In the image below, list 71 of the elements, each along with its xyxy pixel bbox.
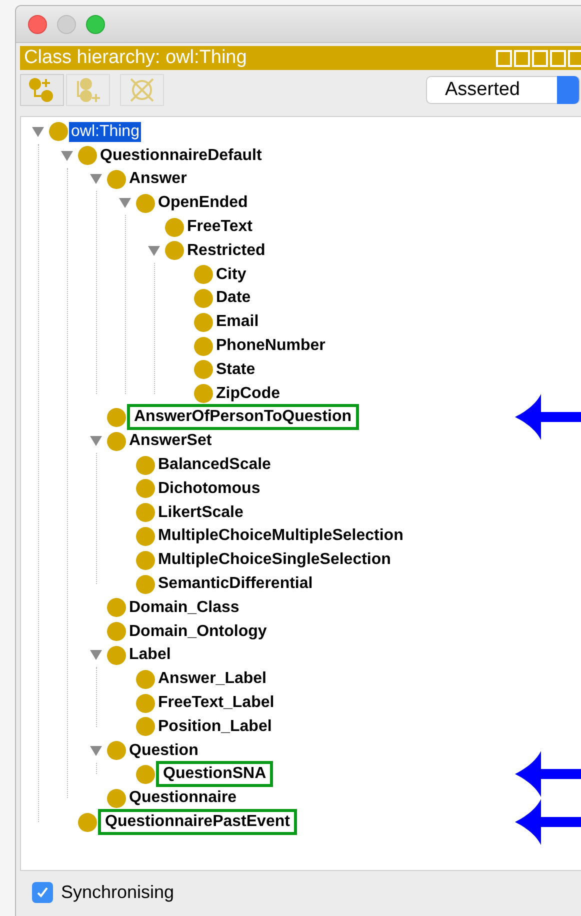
class-node-icon xyxy=(136,694,155,713)
class-node-label[interactable]: MultipleChoiceMultipleSelection xyxy=(156,526,406,546)
checkbox[interactable] xyxy=(32,882,53,902)
class-node-label[interactable]: Restricted xyxy=(185,240,268,261)
class-node-label[interactable]: Label xyxy=(127,645,173,666)
class-node-label[interactable]: Question xyxy=(127,740,200,761)
class-node-icon xyxy=(107,170,126,189)
class-node-label[interactable]: Domain_Class xyxy=(127,598,242,618)
class-node-label[interactable]: City xyxy=(214,264,248,285)
class-node-icon xyxy=(107,408,126,427)
arrow-icon xyxy=(515,799,581,845)
class-node-icon xyxy=(194,265,213,284)
class-node-icon xyxy=(78,146,97,166)
class-node-icon xyxy=(136,574,155,594)
class-node-icon xyxy=(136,526,155,546)
class-node-label[interactable]: QuestionSNA xyxy=(156,761,274,788)
class-node-label[interactable]: Answer xyxy=(127,169,189,190)
panel-title: Class hierarchy: owl:Thing xyxy=(23,46,247,70)
class-node-icon xyxy=(194,312,213,332)
class-node-label[interactable]: Answer_Label xyxy=(156,669,268,690)
class-node-label[interactable]: BalancedScale xyxy=(156,455,273,476)
class-node-icon xyxy=(136,194,155,213)
class-node-icon xyxy=(165,218,184,237)
class-node-icon xyxy=(107,646,126,665)
class-node-icon xyxy=(136,670,155,689)
check-icon xyxy=(36,886,49,898)
close-button[interactable] xyxy=(28,14,47,34)
view-select[interactable]: Asserted xyxy=(426,76,580,104)
class-node-label[interactable]: Dichotomous xyxy=(156,478,262,499)
class-node-label[interactable]: ZipCode xyxy=(214,384,282,404)
class-node-icon xyxy=(136,479,155,498)
class-node-icon xyxy=(107,741,126,760)
class-node-icon xyxy=(136,764,155,784)
class-node-label[interactable]: MultipleChoiceSingleSelection xyxy=(156,550,393,570)
class-node-label[interactable]: Domain_Ontology xyxy=(127,622,269,642)
class-node-icon xyxy=(136,550,155,570)
class-node-label[interactable]: AnswerSet xyxy=(127,431,214,452)
class-node-icon xyxy=(194,360,213,380)
class-node-icon xyxy=(136,456,155,475)
arrow-icon xyxy=(515,394,581,440)
arrow-icon xyxy=(515,751,581,798)
class-node-icon xyxy=(107,788,126,808)
class-node-label[interactable]: QuestionnairePastEvent xyxy=(98,809,297,836)
zoom-button[interactable] xyxy=(86,14,105,34)
class-node-label[interactable]: Position_Label xyxy=(156,716,274,737)
class-node-icon xyxy=(107,432,126,451)
class-node-label[interactable]: AnswerOfPersonToQuestion xyxy=(127,404,359,430)
class-node-icon xyxy=(78,812,97,832)
class-node-icon xyxy=(136,717,155,736)
class-node-label[interactable]: Questionnaire xyxy=(127,788,239,808)
class-node-label[interactable]: State xyxy=(214,360,258,380)
class-node-icon xyxy=(49,122,68,142)
checkbox-label: Synchronising xyxy=(61,880,174,904)
class-node-label[interactable]: owl:Thing xyxy=(69,122,142,142)
class-node-icon xyxy=(136,503,155,522)
class-node-label[interactable]: SemanticDifferential xyxy=(156,574,315,594)
class-node-label[interactable]: Date xyxy=(214,288,253,308)
class-node-label[interactable]: FreeText_Label xyxy=(156,693,276,714)
class-node-icon xyxy=(107,622,126,642)
class-node-icon xyxy=(107,598,126,618)
class-node-label[interactable]: OpenEnded xyxy=(156,193,250,214)
add-subclass-button[interactable] xyxy=(20,74,64,106)
class-node-label[interactable]: Email xyxy=(214,312,261,332)
class-node-icon xyxy=(165,241,184,260)
class-node-icon xyxy=(194,384,213,404)
class-node-label[interactable]: QuestionnaireDefault xyxy=(98,146,264,166)
class-node-icon xyxy=(194,288,213,308)
class-node-label[interactable]: PhoneNumber xyxy=(214,336,328,356)
class-node-label[interactable]: FreeText xyxy=(185,217,255,238)
class-node-icon xyxy=(194,336,213,356)
class-node-label[interactable]: LikertScale xyxy=(156,502,246,523)
